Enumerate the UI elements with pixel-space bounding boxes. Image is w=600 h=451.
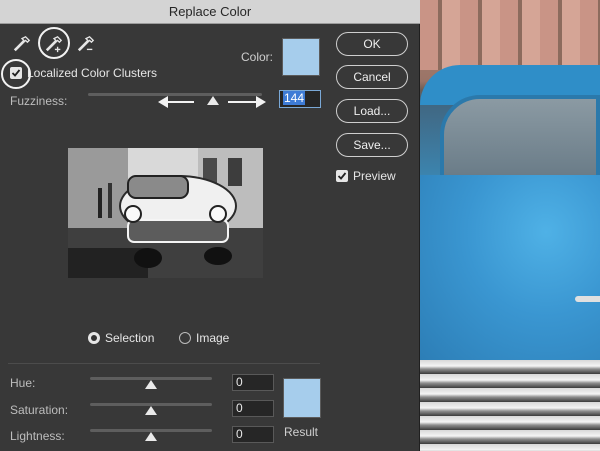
- color-swatch[interactable]: [282, 38, 320, 76]
- color-label: Color:: [241, 50, 274, 64]
- hue-label: Hue:: [10, 376, 36, 390]
- result-swatch[interactable]: [283, 378, 321, 418]
- replace-color-dialog: Replace Color Color: Localized Color Clu…: [0, 0, 420, 451]
- fuzziness-value-field[interactable]: 144: [279, 90, 321, 108]
- preview-checkbox[interactable]: [336, 170, 348, 182]
- lightness-label: Lightness:: [10, 429, 65, 443]
- hue-value-field[interactable]: 0: [232, 374, 274, 391]
- localized-clusters-label: Localized Color Clusters: [27, 66, 158, 80]
- image-label: Image: [196, 331, 230, 345]
- photo-car-windshield: [440, 95, 600, 180]
- fuzziness-label: Fuzziness:: [10, 94, 68, 108]
- lightness-value-field[interactable]: 0: [232, 426, 274, 443]
- image-radio[interactable]: [179, 332, 191, 344]
- left-arrow-line: [166, 101, 194, 103]
- result-label: Result: [284, 425, 319, 439]
- saturation-label: Saturation:: [10, 403, 69, 417]
- eyedropper-plus-icon[interactable]: [42, 32, 66, 56]
- load-button[interactable]: Load...: [336, 99, 408, 123]
- localized-clusters-checkbox[interactable]: [10, 67, 22, 79]
- fuzziness-slider-track[interactable]: [88, 93, 262, 96]
- dialog-title: Replace Color: [168, 4, 252, 19]
- saturation-value-field[interactable]: 0: [232, 400, 274, 417]
- photo-car-grille: [420, 360, 600, 451]
- preview-label: Preview: [353, 169, 396, 183]
- section-divider: [8, 363, 320, 364]
- fuzziness-value-text: 144: [283, 91, 306, 105]
- right-arrow-line: [228, 101, 256, 103]
- fuzziness-slider-thumb[interactable]: [207, 96, 220, 105]
- selection-preview: [68, 148, 263, 278]
- save-button[interactable]: Save...: [336, 133, 408, 157]
- eyedropper-minus-icon[interactable]: [74, 32, 98, 56]
- photo-building: [420, 0, 600, 70]
- photo-hood-ornament: [575, 296, 600, 302]
- right-arrow-icon: [256, 96, 266, 108]
- eyedropper-icon[interactable]: [10, 32, 34, 56]
- cancel-button[interactable]: Cancel: [336, 65, 408, 89]
- saturation-slider-thumb[interactable]: [145, 406, 157, 415]
- hue-slider-thumb[interactable]: [145, 380, 157, 389]
- selection-radio[interactable]: [88, 332, 100, 344]
- selection-label: Selection: [105, 331, 155, 345]
- lightness-slider-thumb[interactable]: [145, 432, 157, 441]
- photo-car-hood: [420, 175, 600, 365]
- ok-button[interactable]: OK: [336, 32, 408, 56]
- left-arrow-icon: [158, 96, 168, 108]
- dialog-titlebar[interactable]: Replace Color: [0, 0, 420, 24]
